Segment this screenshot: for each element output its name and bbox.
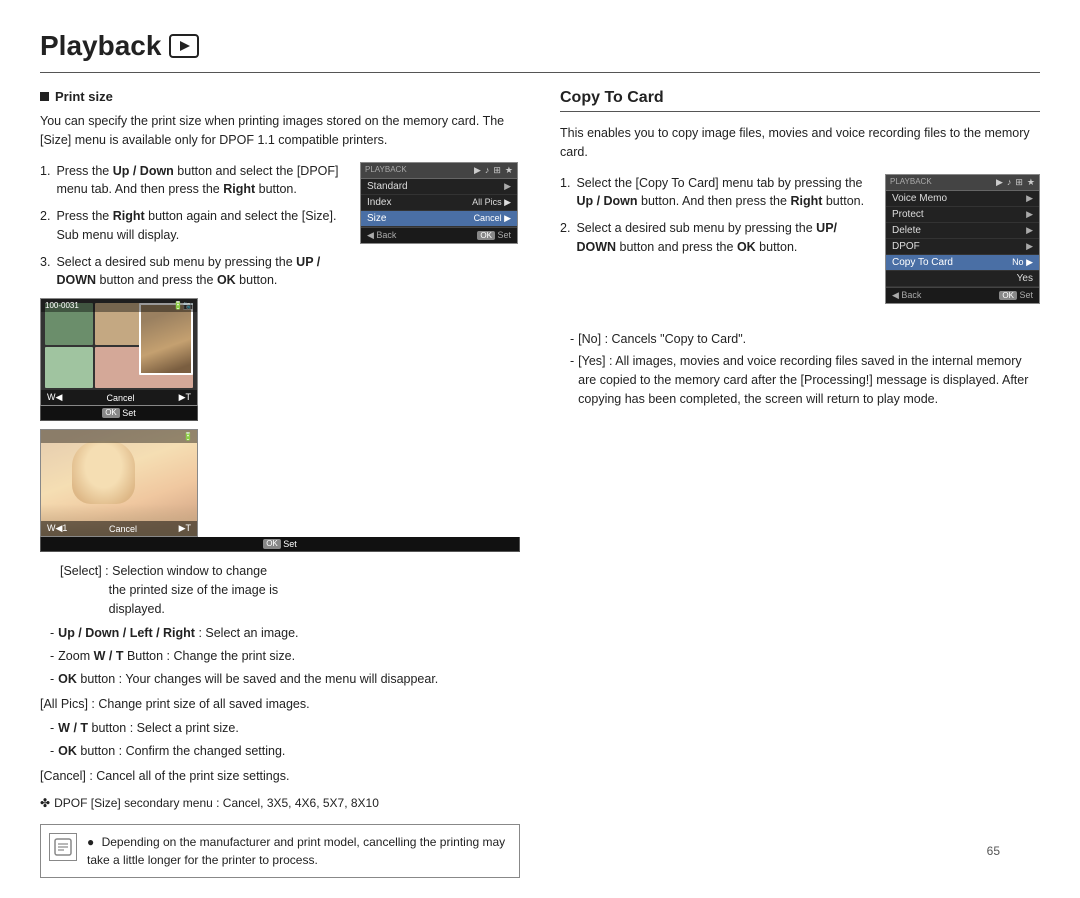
menu2-row-dpof: DPOF▶ [886, 239, 1039, 255]
page-title: Playback [40, 30, 1040, 62]
note-content: ● Depending on the manufacturer and prin… [87, 833, 511, 869]
cancel-label: [Cancel] : Cancel all of the print size … [40, 767, 520, 786]
step-content-2: Press the Right button again and select … [56, 207, 350, 245]
menu2-footer: ◀ Back OK Set [886, 287, 1039, 303]
menu2-row-voicememo: Voice Memo▶ [886, 191, 1039, 207]
step-content-3: Select a desired sub menu by pressing th… [56, 253, 350, 291]
photo-top-bar-2: 🔋 [41, 430, 197, 443]
right-column: Copy To Card This enables you to copy im… [560, 89, 1040, 878]
step-num-1: 1. [40, 162, 50, 200]
menu-image-1: PLAYBACK ▶♪⊞★ Standard▶ IndexAll Pics ▶ [360, 162, 520, 252]
page-number: 65 [987, 844, 1000, 858]
step-1: 1. Press the Up / Down button and select… [40, 162, 350, 200]
photo-section-2: 🔋 W◀1Cancel▶T OK Set [40, 429, 520, 552]
playback-icon [169, 34, 199, 58]
right-sub-list: [No] : Cancels "Copy to Card". [Yes] : A… [560, 330, 1040, 409]
menu2-icons: ▶♪⊞★ [996, 177, 1035, 188]
menu2-row-protect: Protect▶ [886, 207, 1039, 223]
menu-row-index: IndexAll Pics ▶ [361, 195, 517, 211]
menu2-row-yes: Yes [886, 271, 1039, 287]
title-text: Playback [40, 30, 161, 62]
print-size-label: Print size [55, 89, 113, 104]
note-box: ● Depending on the manufacturer and prin… [40, 824, 520, 878]
select-section: [Select] : Selection window to change th… [40, 562, 520, 689]
menu-image-2: PLAYBACK ▶♪⊞★ Voice Memo▶ Protect▶ [885, 174, 1040, 312]
step1-container: PLAYBACK ▶♪⊞★ Standard▶ IndexAll Pics ▶ [40, 162, 520, 299]
ok-button-confirm: OK button : Confirm the changed setting. [40, 742, 520, 761]
step-num-2: 2. [40, 207, 50, 245]
all-pics-sub: W / T button : Select a print size. OK b… [40, 719, 520, 761]
menu-header: PLAYBACK ▶♪⊞★ [361, 163, 517, 179]
select-label: [Select] : Selection window to change th… [40, 562, 520, 618]
photo-overlay-1: W◀Cancel▶T [41, 390, 197, 405]
step-2: 2. Press the Right button again and sele… [40, 207, 350, 245]
bullet-icon [40, 92, 49, 101]
right-step-content-1: Select the [Copy To Card] menu tab by pr… [576, 174, 875, 212]
sub-item-ok: OK button : Your changes will be saved a… [40, 670, 520, 689]
photo-top-bar-1: 100-0031🔋📷 [41, 299, 197, 312]
step-content-1: Press the Up / Down button and select th… [56, 162, 350, 200]
sub-item-updown: Up / Down / Left / Right : Select an ima… [40, 624, 520, 643]
right-step-1: 1. Select the [Copy To Card] menu tab by… [560, 174, 875, 212]
right-step-num-2: 2. [560, 219, 570, 257]
right-step-2: 2. Select a desired sub menu by pressing… [560, 219, 875, 257]
right-step-content-2: Select a desired sub menu by pressing th… [576, 219, 875, 257]
menu2-row-delete: Delete▶ [886, 223, 1039, 239]
menu-row-size: SizeCancel ▶ [361, 211, 517, 227]
intro-text: You can specify the print size when prin… [40, 112, 520, 150]
sub-item-zoom: Zoom W / T Button : Change the print siz… [40, 647, 520, 666]
copy-intro-text: This enables you to copy image files, mo… [560, 124, 1040, 162]
yes-text: [Yes] : All images, movies and voice rec… [578, 352, 1040, 408]
right-step1-container: PLAYBACK ▶♪⊞★ Voice Memo▶ Protect▶ [560, 174, 1040, 322]
menu-row-standard: Standard▶ [361, 179, 517, 195]
note-icon [49, 833, 77, 861]
dpof-note: DPOF [Size] secondary menu : Cancel, 3X5… [40, 796, 520, 810]
wt-button: W / T button : Select a print size. [40, 719, 520, 738]
note-text: Depending on the manufacturer and print … [87, 835, 505, 867]
page-num-text: 65 [987, 844, 1000, 858]
copy-to-card-title: Copy To Card [560, 89, 1040, 112]
right-step-num-1: 1. [560, 174, 570, 212]
menu-footer: ◀ Back OK Set [361, 227, 517, 243]
menu2-row-copytocard: Copy To CardNo ▶ [886, 255, 1039, 271]
no-text: [No] : Cancels "Copy to Card". [578, 330, 746, 349]
step-3: 3. Select a desired sub menu by pressing… [40, 253, 350, 291]
title-divider [40, 72, 1040, 73]
left-column: Print size You can specify the print siz… [40, 89, 520, 878]
photo-section-1: 100-0031🔋📷 W◀Cancel▶T OK Set [40, 298, 520, 421]
photo-display-1: 100-0031🔋📷 W◀Cancel▶T OK Set [40, 298, 198, 421]
all-pics-label: [All Pics] : Change print size of all sa… [40, 695, 520, 714]
no-label: [No] : Cancels "Copy to Card". [560, 330, 1040, 349]
print-size-header: Print size [40, 89, 520, 104]
menu-header-label: PLAYBACK [365, 165, 407, 176]
menu2-header: PLAYBACK ▶♪⊞★ [886, 175, 1039, 191]
sub-items-list: Up / Down / Left / Right : Select an ima… [40, 624, 520, 688]
step-num-3: 3. [40, 253, 50, 291]
menu-icons: ▶♪⊞★ [474, 165, 513, 176]
photo-overlay-2: W◀1Cancel▶T [41, 521, 197, 536]
yes-label: [Yes] : All images, movies and voice rec… [560, 352, 1040, 408]
